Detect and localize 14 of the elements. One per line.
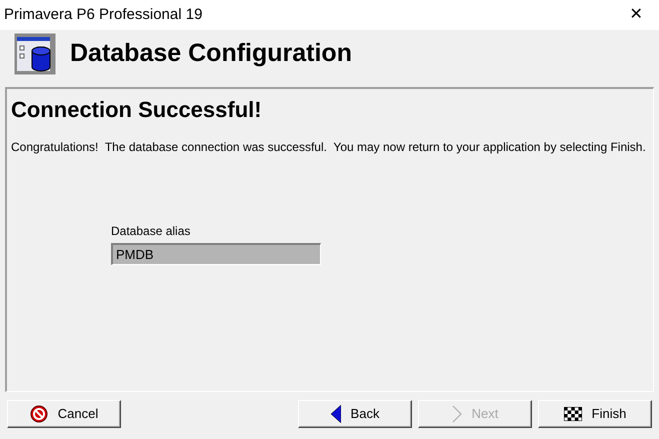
finish-button[interactable]: Finish xyxy=(538,400,652,428)
database-window-icon xyxy=(14,33,56,75)
checkered-flag-icon xyxy=(564,407,582,421)
panel-heading: Connection Successful! xyxy=(11,97,262,122)
window-title: Primavera P6 Professional 19 xyxy=(4,4,202,25)
success-message: Congratulations! The database connection was successful. You may now return to your application by selecting Finish. xyxy=(10,139,647,155)
cancel-button[interactable]: Cancel xyxy=(7,400,121,428)
header-title: Database Configuration xyxy=(70,38,352,70)
field-label: Database alias xyxy=(111,223,192,240)
left-triangle-icon xyxy=(330,405,341,423)
back-button[interactable]: Back xyxy=(298,400,412,428)
chevron-right-icon xyxy=(452,405,462,423)
stop-icon xyxy=(30,405,48,423)
close-button[interactable]: ✕ xyxy=(613,0,659,30)
